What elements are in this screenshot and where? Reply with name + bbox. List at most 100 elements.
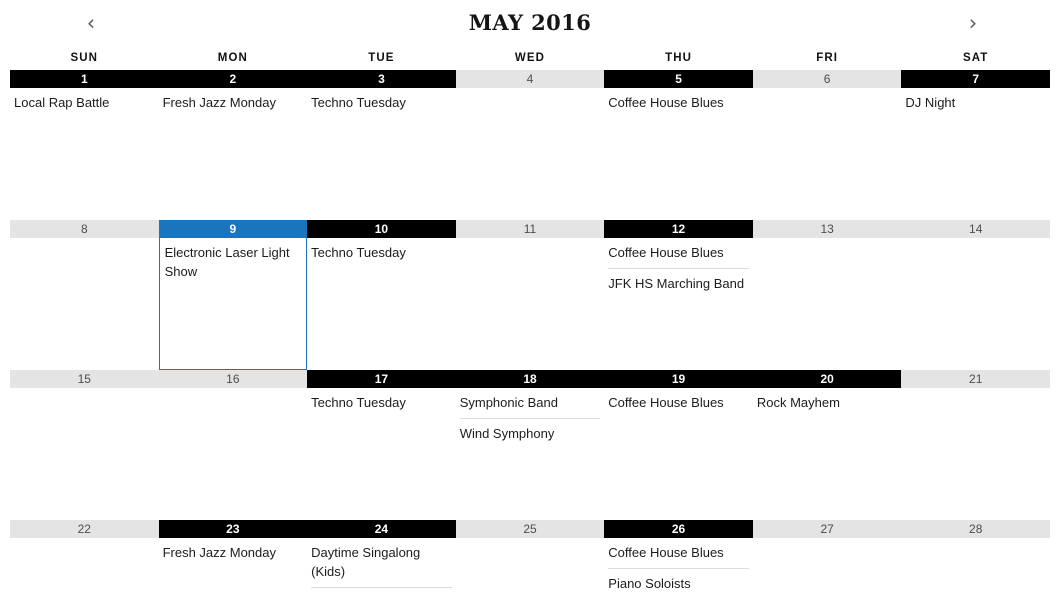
- event-list: [753, 88, 902, 220]
- day-cell-5[interactable]: 5 Coffee House Blues: [604, 70, 753, 220]
- day-cell-2[interactable]: 2 Fresh Jazz Monday: [158, 70, 308, 220]
- day-cell-7[interactable]: 7 DJ Night: [901, 70, 1050, 220]
- event-item[interactable]: Daytime Singalong (Kids): [311, 538, 452, 588]
- date-number: 16: [158, 370, 308, 388]
- day-cell-11[interactable]: 11: [455, 220, 605, 370]
- event-list: [901, 388, 1050, 520]
- day-cell-26[interactable]: 26 Coffee House Blues Piano Soloists: [604, 520, 753, 600]
- day-cell-20[interactable]: 20 Rock Mayhem: [752, 370, 902, 520]
- day-cell-28[interactable]: 28: [901, 520, 1050, 600]
- day-cell-3[interactable]: 3 Techno Tuesday: [307, 70, 456, 220]
- date-number: 14: [901, 220, 1050, 238]
- event-item[interactable]: Techno Tuesday: [311, 238, 452, 268]
- day-cell-8[interactable]: 8: [10, 220, 159, 370]
- event-item[interactable]: Coffee House Blues: [608, 88, 749, 118]
- event-list: Coffee House Blues JFK HS Marching Band: [604, 238, 753, 370]
- event-item[interactable]: DJ Night: [905, 88, 1046, 118]
- date-number: 8: [10, 220, 159, 238]
- event-list: Coffee House Blues: [604, 388, 753, 520]
- event-item[interactable]: Symphonic Band: [459, 388, 601, 419]
- event-item[interactable]: Rock Mayhem: [757, 388, 898, 418]
- event-list: [456, 538, 605, 600]
- date-number: 26: [604, 520, 753, 538]
- event-list: [10, 388, 159, 520]
- event-list: Techno Tuesday: [307, 388, 456, 520]
- weekday-label-thu: THU: [665, 52, 693, 64]
- event-item[interactable]: Fresh Jazz Monday: [163, 88, 304, 118]
- weekday-label-fri: FRI: [816, 52, 839, 64]
- day-cell-17[interactable]: 17 Techno Tuesday: [307, 370, 456, 520]
- date-number: 5: [604, 70, 753, 88]
- event-list: [456, 88, 605, 220]
- weekday-label-sat: SAT: [962, 52, 989, 64]
- day-cell-27[interactable]: 27: [752, 520, 902, 600]
- date-number: 10: [307, 220, 456, 238]
- event-list: [753, 238, 902, 370]
- date-number: 15: [10, 370, 159, 388]
- day-cell-24[interactable]: 24 Daytime Singalong (Kids): [307, 520, 456, 600]
- day-cell-22[interactable]: 22: [10, 520, 159, 600]
- week-row: 22 23 Fresh Jazz Monday 24 Daytime Singalong…: [10, 520, 1050, 600]
- weekday-label-mon: MON: [217, 52, 248, 64]
- event-list: Local Rap Battle: [10, 88, 159, 220]
- day-cell-15[interactable]: 15: [10, 370, 159, 520]
- date-number: 11: [455, 220, 605, 238]
- event-list: Fresh Jazz Monday: [159, 88, 308, 220]
- chevron-right-icon[interactable]: ›: [950, 3, 996, 43]
- event-item[interactable]: Electronic Laser Light Show: [165, 238, 302, 287]
- date-number: 23: [158, 520, 308, 538]
- week-row: 1 Local Rap Battle 2 Fresh Jazz Monday 3 Tech…: [10, 70, 1050, 220]
- event-calendar: ‹ MAY 2016 › SUN MON TUE WED THU FRI SAT 1 Loca…: [0, 0, 1060, 600]
- event-list: [901, 238, 1050, 370]
- date-number: 18: [455, 370, 605, 388]
- day-cell-14[interactable]: 14: [901, 220, 1050, 370]
- day-cell-25[interactable]: 25: [455, 520, 605, 600]
- event-list: [10, 538, 159, 600]
- week-row: 15 16 17 Techno Tuesday 18 Symphonic Band Wind…: [10, 370, 1050, 520]
- day-cell-13[interactable]: 13: [752, 220, 902, 370]
- event-item[interactable]: Fresh Jazz Monday: [163, 538, 304, 568]
- date-number: 20: [752, 370, 902, 388]
- day-cell-21[interactable]: 21: [901, 370, 1050, 520]
- event-item[interactable]: Techno Tuesday: [311, 388, 452, 418]
- event-item[interactable]: Coffee House Blues: [608, 238, 749, 269]
- day-cell-6[interactable]: 6: [752, 70, 902, 220]
- day-cell-16[interactable]: 16: [158, 370, 308, 520]
- chevron-left-icon[interactable]: ‹: [68, 3, 114, 43]
- event-item[interactable]: Wind Symphony: [460, 419, 601, 449]
- day-cell-1[interactable]: 1 Local Rap Battle: [10, 70, 159, 220]
- day-cell-12[interactable]: 12 Coffee House Blues JFK HS Marching Band: [604, 220, 753, 370]
- day-cell-19[interactable]: 19 Coffee House Blues: [604, 370, 753, 520]
- day-cell-9[interactable]: 9 Electronic Laser Light Show: [158, 220, 308, 370]
- event-item[interactable]: [311, 588, 452, 599]
- date-number: 13: [752, 220, 902, 238]
- day-cell-10[interactable]: 10 Techno Tuesday: [307, 220, 456, 370]
- event-item[interactable]: Techno Tuesday: [311, 88, 452, 118]
- date-number: 7: [901, 70, 1050, 88]
- weekday-header-row: SUN MON TUE WED THU FRI SAT: [10, 46, 1050, 70]
- event-item[interactable]: Piano Soloists: [608, 569, 749, 599]
- calendar-weeks: 1 Local Rap Battle 2 Fresh Jazz Monday 3 Tech…: [10, 70, 1050, 600]
- date-number: 4: [455, 70, 605, 88]
- weekday-label-sun: SUN: [70, 52, 99, 64]
- event-list: Techno Tuesday: [307, 238, 456, 370]
- date-number: 2: [158, 70, 308, 88]
- calendar-header: ‹ MAY 2016 ›: [0, 0, 1060, 46]
- event-list: Coffee House Blues: [604, 88, 753, 220]
- day-cell-18[interactable]: 18 Symphonic Band Wind Symphony: [455, 370, 605, 520]
- date-number: 19: [604, 370, 753, 388]
- event-list: Electronic Laser Light Show: [160, 238, 307, 369]
- event-list: Techno Tuesday: [307, 88, 456, 220]
- week-row: 8 9 Electronic Laser Light Show 10 Techno Tu…: [10, 220, 1050, 370]
- day-cell-4[interactable]: 4: [455, 70, 605, 220]
- event-item[interactable]: Coffee House Blues: [608, 388, 749, 418]
- event-item[interactable]: JFK HS Marching Band: [608, 269, 749, 299]
- event-item[interactable]: Coffee House Blues: [608, 538, 749, 569]
- date-number: 17: [307, 370, 456, 388]
- date-number: 6: [752, 70, 902, 88]
- event-list: [901, 538, 1050, 600]
- event-item[interactable]: Local Rap Battle: [14, 88, 155, 118]
- day-cell-23[interactable]: 23 Fresh Jazz Monday: [158, 520, 308, 600]
- event-list: Symphonic Band Wind Symphony: [456, 388, 605, 520]
- weekday-label-wed: WED: [514, 52, 546, 64]
